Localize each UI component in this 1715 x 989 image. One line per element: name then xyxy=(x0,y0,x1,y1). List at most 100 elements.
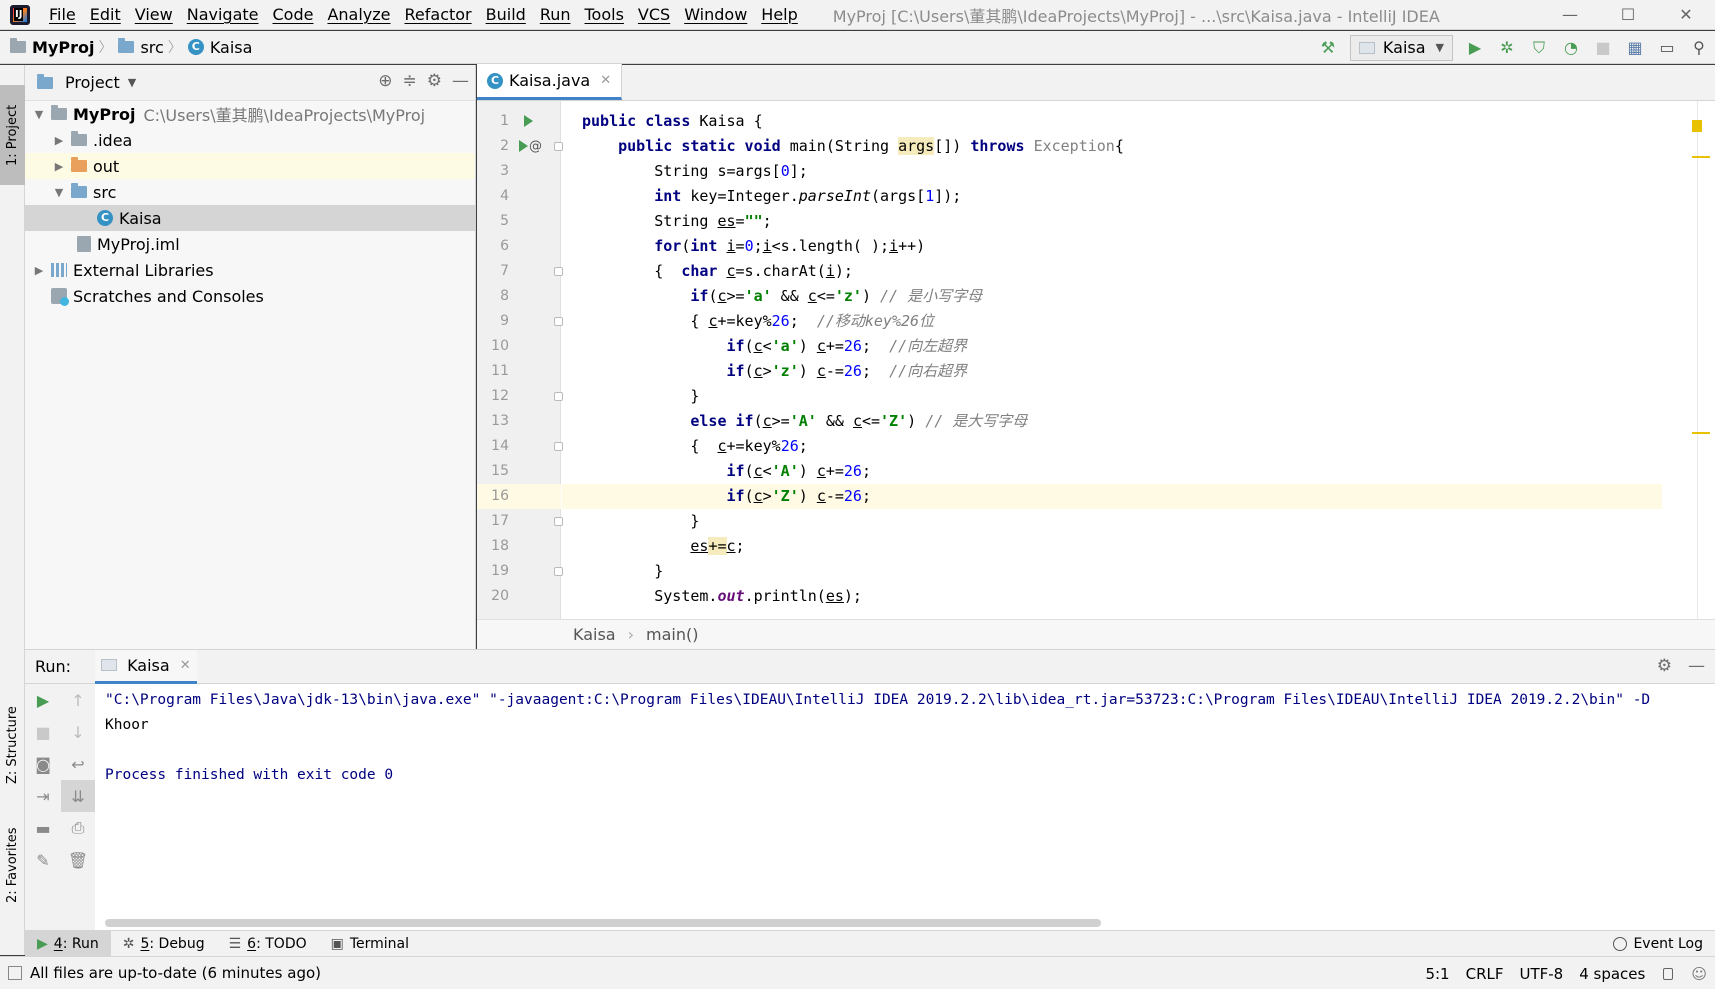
tree-item-src[interactable]: ▼ src xyxy=(25,179,475,205)
run-main-icon[interactable] xyxy=(519,140,528,152)
console-horizontal-scrollbar[interactable] xyxy=(103,917,1715,929)
tab-todo[interactable]: ☰ 6: TODO xyxy=(217,931,319,957)
close-icon[interactable]: ✕ xyxy=(180,658,191,673)
breadcrumb-class-kaisa[interactable]: Kaisa xyxy=(573,625,616,644)
warning-stripe-mark[interactable] xyxy=(1692,432,1710,434)
menu-vcs[interactable]: VCS xyxy=(631,0,677,30)
breadcrumb-method-main[interactable]: main() xyxy=(646,625,698,644)
hide-panel-icon[interactable]: — xyxy=(452,71,469,91)
tree-item-out[interactable]: ▶ out xyxy=(25,153,475,179)
menu-build[interactable]: Build xyxy=(479,0,533,30)
caret-position[interactable]: 5:1 xyxy=(1417,965,1457,983)
console-line-empty xyxy=(103,738,1715,763)
code-editor[interactable]: 1 2 @ 3 4 5 6 7 8 9 10 11 12 13 14 15 16 … xyxy=(477,101,1715,619)
tree-item-idea[interactable]: ▶ .idea xyxy=(25,127,475,153)
menu-window[interactable]: Window xyxy=(677,0,754,30)
run-class-icon[interactable] xyxy=(524,115,533,127)
toolwindow-toggle-icon[interactable] xyxy=(8,966,22,980)
menu-code[interactable]: Code xyxy=(266,0,321,30)
tab-favorites-toolwindow[interactable]: 2: Favorites xyxy=(0,815,25,915)
chevron-down-icon[interactable]: ▼ xyxy=(51,186,67,199)
tab-kaisa-java[interactable]: C Kaisa.java ✕ xyxy=(477,64,623,100)
menu-edit[interactable]: Edit xyxy=(83,0,128,30)
tab-terminal[interactable]: ▣ Terminal xyxy=(319,931,421,957)
tree-item-external-libraries[interactable]: ▶ External Libraries xyxy=(25,257,475,283)
print-icon[interactable]: ⎙ xyxy=(61,812,95,844)
run-button[interactable]: ▶ xyxy=(1459,35,1491,61)
run-tab-kaisa[interactable]: Kaisa ✕ xyxy=(95,649,197,684)
menu-tools[interactable]: Tools xyxy=(578,0,631,30)
search-icon[interactable]: ⚲ xyxy=(1683,35,1715,61)
chevron-down-icon[interactable]: ▼ xyxy=(128,76,136,89)
hide-panel-icon[interactable]: — xyxy=(1688,656,1705,676)
chevron-right-icon[interactable]: ▶ xyxy=(51,160,67,173)
scroll-to-end-icon[interactable]: ⇊ xyxy=(61,780,95,812)
build-hammer-icon[interactable]: ⚒ xyxy=(1312,35,1344,61)
lock-icon[interactable] xyxy=(1663,967,1674,980)
menu-analyze[interactable]: Analyze xyxy=(320,0,397,30)
tab-run[interactable]: ▶ 4: Run xyxy=(25,930,111,957)
gear-icon[interactable]: ⚙ xyxy=(427,71,442,91)
close-icon[interactable]: ✕ xyxy=(600,73,611,88)
tree-item-scratches[interactable]: Scratches and Consoles xyxy=(25,283,475,309)
rerun-icon[interactable]: ▶ xyxy=(25,684,61,716)
sdk-window-button[interactable]: ▭ xyxy=(1651,35,1683,61)
menu-run[interactable]: Run xyxy=(533,0,578,30)
stop-button[interactable]: ■ xyxy=(1587,35,1619,61)
run-configuration-select[interactable]: Kaisa ▼ xyxy=(1349,34,1453,61)
warning-stripe-mark[interactable] xyxy=(1692,156,1710,158)
file-encoding[interactable]: UTF-8 xyxy=(1511,965,1571,983)
close-window-button[interactable]: ✕ xyxy=(1657,0,1715,30)
project-view-select[interactable]: Project xyxy=(65,73,120,92)
code-line-15: if(c<'A') c+=26; xyxy=(726,462,872,480)
trash-icon[interactable]: 🗑 xyxy=(61,844,95,876)
menu-file[interactable]: File xyxy=(42,0,83,30)
gear-icon[interactable]: ⚙ xyxy=(1657,656,1672,676)
arrow-up-icon[interactable]: ↑ xyxy=(61,684,95,716)
breadcrumb-src[interactable]: src xyxy=(116,38,164,57)
arrow-down-icon[interactable]: ↓ xyxy=(61,716,95,748)
gutter-line-current: 16 xyxy=(477,484,561,509)
stop-icon[interactable]: ■ xyxy=(25,716,61,748)
run-label: Run: xyxy=(35,657,72,676)
restore-layout-icon[interactable]: ⇥ xyxy=(25,780,61,812)
breadcrumb-separator: 〉 xyxy=(98,40,113,56)
locate-file-icon[interactable]: ⊕ xyxy=(378,71,392,91)
run-with-coverage-button[interactable]: ⛉ xyxy=(1523,35,1555,61)
chevron-right-icon[interactable]: ▶ xyxy=(31,264,47,277)
editor-error-stripe[interactable] xyxy=(1697,101,1715,619)
collapse-all-icon[interactable]: ≑ xyxy=(403,71,417,91)
breadcrumb-class[interactable]: C Kaisa xyxy=(186,38,252,57)
scrollbar-thumb[interactable] xyxy=(105,919,1101,927)
layout-icon[interactable]: ▬ xyxy=(25,812,61,844)
project-structure-button[interactable]: ▦ xyxy=(1619,35,1651,61)
console-output[interactable]: "C:\Program Files\Java\jdk-13\bin\java.e… xyxy=(103,684,1715,919)
pin-icon[interactable]: ✎ xyxy=(25,844,61,876)
warning-indicator-icon[interactable] xyxy=(1692,120,1702,132)
line-separator[interactable]: CRLF xyxy=(1458,965,1512,983)
chevron-right-icon[interactable]: ▶ xyxy=(51,134,67,147)
event-log-button[interactable]: Event Log xyxy=(1613,931,1703,957)
breadcrumb-project[interactable]: MyProj xyxy=(0,38,94,57)
menu-refactor[interactable]: Refactor xyxy=(398,0,479,30)
menu-view[interactable]: View xyxy=(128,0,180,30)
debug-button[interactable]: ✲ xyxy=(1491,35,1523,61)
tab-debug[interactable]: ✲ 5: Debug xyxy=(111,931,217,957)
code-area[interactable]: public class Kaisa { public static void … xyxy=(562,101,1715,619)
camera-icon[interactable]: ◙ xyxy=(25,748,61,780)
inspector-icon[interactable]: ☺ xyxy=(1683,965,1715,983)
indent-setting[interactable]: 4 spaces xyxy=(1571,965,1653,983)
tree-item-myproj[interactable]: ▼ MyProj C:\Users\董其鹏\IdeaProjects\MyPro… xyxy=(25,101,475,127)
module-folder-icon xyxy=(10,38,26,53)
tree-item-myproj-iml[interactable]: MyProj.iml xyxy=(25,231,475,257)
minimize-button[interactable]: — xyxy=(1541,0,1599,30)
soft-wrap-icon[interactable]: ↩ xyxy=(61,748,95,780)
menu-navigate[interactable]: Navigate xyxy=(180,0,266,30)
maximize-button[interactable]: ☐ xyxy=(1599,0,1657,30)
menu-help[interactable]: Help xyxy=(754,0,804,30)
profile-button[interactable]: ◔ xyxy=(1555,35,1587,61)
chevron-down-icon[interactable]: ▼ xyxy=(31,108,47,121)
tab-structure-toolwindow[interactable]: Z: Structure xyxy=(0,695,25,795)
tree-item-kaisa[interactable]: C Kaisa xyxy=(25,205,475,231)
tab-project-toolwindow[interactable]: 1: Project xyxy=(0,85,25,185)
